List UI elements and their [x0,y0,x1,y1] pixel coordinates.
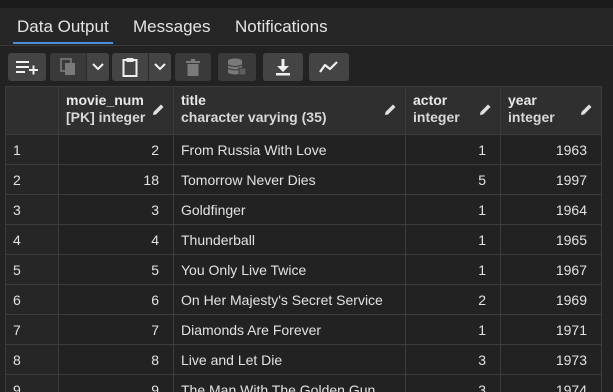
edit-pencil-icon[interactable] [580,103,593,116]
save-data-icon [227,58,247,76]
cell-movie-num[interactable]: 5 [58,254,174,285]
delete-icon [186,58,200,76]
row-number[interactable]: 1 [5,134,59,165]
cell-title[interactable]: Goldfinger [173,194,406,225]
row-number-header [5,86,59,135]
column-type: character varying (35) [181,109,327,125]
cell-title[interactable]: Tomorrow Never Dies [173,164,406,195]
cell-actor[interactable]: 1 [405,254,501,285]
delete-button[interactable] [175,53,211,81]
row-number[interactable]: 9 [5,374,59,392]
header-row: movie_num [PK] integer title character v… [5,86,602,135]
column-header-actor[interactable]: actor integer [405,86,501,135]
paste-button[interactable] [112,53,148,81]
cell-actor[interactable]: 1 [405,134,501,165]
cell-actor[interactable]: 1 [405,194,501,225]
download-icon [276,59,290,76]
row-number[interactable]: 3 [5,194,59,225]
results-toolbar [0,47,613,86]
results-table: movie_num [PK] integer title character v… [5,86,602,392]
edit-pencil-icon[interactable] [384,103,397,116]
table-row[interactable]: 2 18 Tomorrow Never Dies 5 1997 [5,164,602,195]
paste-icon [122,58,138,77]
cell-year[interactable]: 1973 [500,344,602,375]
cell-year[interactable]: 1969 [500,284,602,315]
cell-year[interactable]: 1964 [500,194,602,225]
cell-movie-num[interactable]: 8 [58,344,174,375]
table-row[interactable]: 6 6 On Her Majesty's Secret Service 2 19… [5,284,602,315]
cell-movie-num[interactable]: 7 [58,314,174,345]
graph-icon [319,61,338,73]
copy-button[interactable] [50,53,86,81]
tab-data-output[interactable]: Data Output [13,16,113,44]
graph-visualiser-button[interactable] [309,53,349,81]
table-row[interactable]: 7 7 Diamonds Are Forever 1 1971 [5,314,602,345]
add-row-icon [16,61,38,75]
cell-year[interactable]: 1967 [500,254,602,285]
cell-title[interactable]: The Man With The Golden Gun [173,374,406,392]
cell-actor[interactable]: 3 [405,374,501,392]
table-row[interactable]: 3 3 Goldfinger 1 1964 [5,194,602,225]
table-row[interactable]: 1 2 From Russia With Love 1 1963 [5,134,602,165]
window-top-strip [0,0,613,8]
cell-year[interactable]: 1974 [500,374,602,392]
cell-title[interactable]: Live and Let Die [173,344,406,375]
chevron-down-icon [154,63,166,71]
download-button[interactable] [263,53,303,81]
edit-pencil-icon[interactable] [479,103,492,116]
table-row[interactable]: 8 8 Live and Let Die 3 1973 [5,344,602,375]
cell-title[interactable]: Diamonds Are Forever [173,314,406,345]
cell-actor[interactable]: 2 [405,284,501,315]
cell-title[interactable]: From Russia With Love [173,134,406,165]
cell-year[interactable]: 1963 [500,134,602,165]
tab-bar: Data Output Messages Notifications [0,8,613,46]
cell-movie-num[interactable]: 4 [58,224,174,255]
cell-actor[interactable]: 3 [405,344,501,375]
add-row-button[interactable] [8,53,46,81]
cell-actor[interactable]: 5 [405,164,501,195]
copy-icon [60,58,75,75]
cell-movie-num[interactable]: 2 [58,134,174,165]
cell-movie-num[interactable]: 9 [58,374,174,392]
cell-title[interactable]: On Her Majesty's Secret Service [173,284,406,315]
cell-year[interactable]: 1997 [500,164,602,195]
cell-movie-num[interactable]: 3 [58,194,174,225]
cell-actor[interactable]: 1 [405,314,501,345]
cell-movie-num[interactable]: 18 [58,164,174,195]
row-number[interactable]: 6 [5,284,59,315]
data-grid: movie_num [PK] integer title character v… [5,86,613,392]
chevron-down-icon [92,63,104,71]
tab-messages[interactable]: Messages [129,16,214,44]
save-data-button[interactable] [218,53,256,81]
paste-options-dropdown[interactable] [149,53,171,81]
table-row[interactable]: 4 4 Thunderball 1 1965 [5,224,602,255]
edit-pencil-icon[interactable] [152,103,165,116]
tab-notifications[interactable]: Notifications [231,16,332,44]
row-number[interactable]: 5 [5,254,59,285]
column-header-title[interactable]: title character varying (35) [173,86,406,135]
row-number[interactable]: 7 [5,314,59,345]
copy-options-dropdown[interactable] [87,53,109,81]
column-header-year[interactable]: year integer [500,86,602,135]
cell-year[interactable]: 1971 [500,314,602,345]
row-number[interactable]: 8 [5,344,59,375]
cell-year[interactable]: 1965 [500,224,602,255]
row-number[interactable]: 2 [5,164,59,195]
row-number[interactable]: 4 [5,224,59,255]
column-name: title [181,92,206,108]
cell-title[interactable]: Thunderball [173,224,406,255]
cell-movie-num[interactable]: 6 [58,284,174,315]
table-row[interactable]: 9 9 The Man With The Golden Gun 3 1974 [5,374,602,392]
cell-actor[interactable]: 1 [405,224,501,255]
cell-title[interactable]: You Only Live Twice [173,254,406,285]
column-header-movie-num[interactable]: movie_num [PK] integer [58,86,174,135]
table-row[interactable]: 5 5 You Only Live Twice 1 1967 [5,254,602,285]
